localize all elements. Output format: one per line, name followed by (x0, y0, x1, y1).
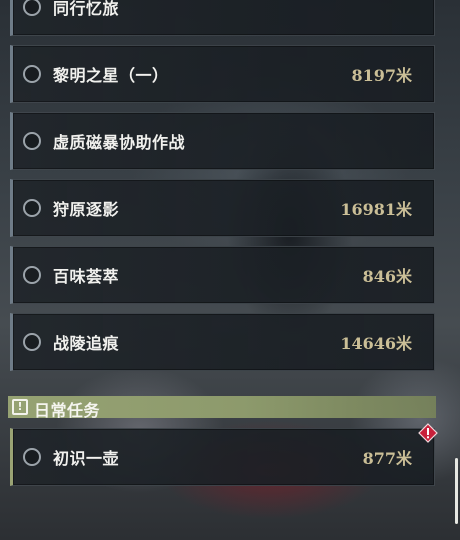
quest-track-radio[interactable] (23, 199, 41, 217)
quest-item[interactable]: 百味荟萃 846米 (10, 246, 435, 304)
quest-track-radio[interactable] (23, 266, 41, 284)
quest-track-radio[interactable] (23, 448, 41, 466)
daily-section-header[interactable]: ! 日常任务 (8, 396, 436, 420)
quest-track-radio[interactable] (23, 65, 41, 83)
quest-name: 狩原逐影 (53, 200, 120, 219)
quest-name: 黎明之星（一） (53, 66, 169, 85)
quest-distance: 16981米 (340, 200, 412, 219)
quest-item[interactable]: 黎明之星（一） 8197米 (10, 45, 435, 103)
warning-diamond-icon (418, 423, 438, 443)
daily-quest-item[interactable]: 初识一壶 877米 (10, 428, 435, 486)
quest-track-radio[interactable] (23, 333, 41, 351)
quest-distance: 846米 (362, 267, 412, 286)
quest-item[interactable]: 狩原逐影 16981米 (10, 179, 435, 237)
quest-item[interactable]: 同行忆旅 (10, 0, 435, 36)
quest-item[interactable]: 战陵追痕 14646米 (10, 313, 435, 371)
quest-name: 虚质磁暴协助作战 (53, 133, 186, 152)
quest-name: 初识一壶 (53, 449, 120, 468)
daily-section-title: 日常任务 (34, 401, 101, 420)
quest-name: 战陵追痕 (53, 334, 120, 353)
quest-distance: 14646米 (340, 334, 412, 353)
quest-item[interactable]: 虚质磁暴协助作战 (10, 112, 435, 170)
quest-track-radio[interactable] (23, 132, 41, 150)
quest-name: 同行忆旅 (53, 0, 120, 18)
quest-track-radio[interactable] (23, 0, 41, 16)
exclamation-icon: ! (12, 399, 28, 415)
scrollbar-thumb[interactable] (455, 458, 458, 524)
quest-name: 百味荟萃 (53, 267, 120, 286)
quest-distance: 8197米 (351, 66, 412, 85)
quest-distance: 877米 (362, 449, 412, 468)
